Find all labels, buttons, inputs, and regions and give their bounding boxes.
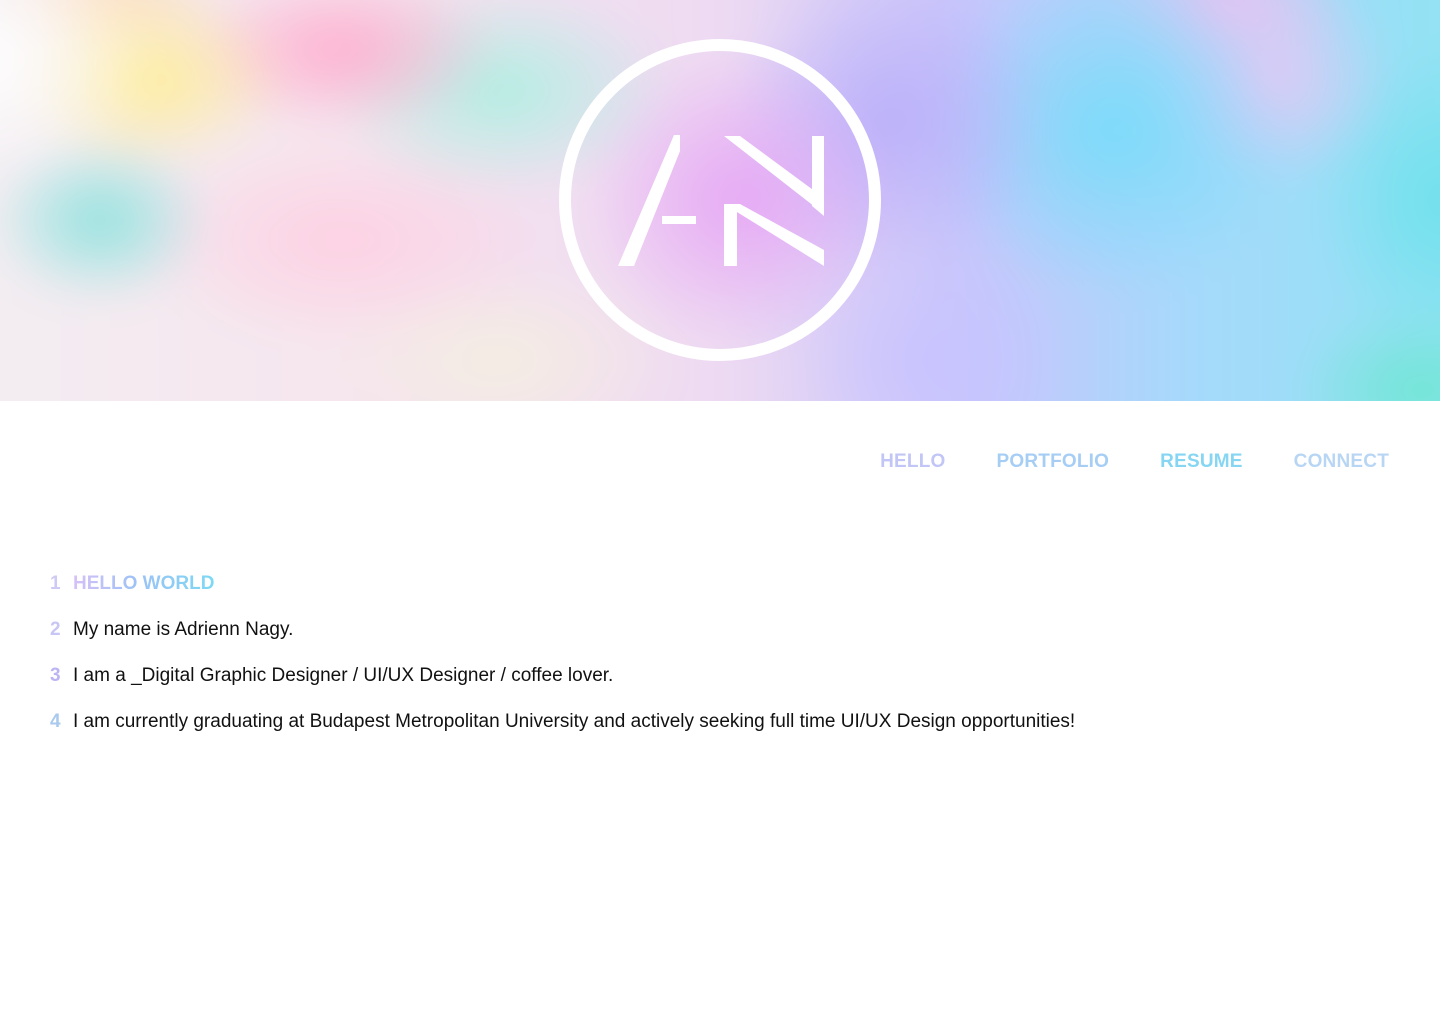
hero-banner — [0, 0, 1440, 401]
line-number: 1 — [50, 573, 61, 594]
intro-line: 2 My name is Adrienn Nagy. — [50, 619, 1075, 665]
role-statement: I am a _Digital Graphic Designer / UI/UX… — [73, 665, 614, 686]
main-navigation: HELLO PORTFOLIO RESUME CONNECT — [880, 451, 1389, 473]
status-statement: I am currently graduating at Budapest Me… — [73, 711, 1076, 732]
hello-world-heading: HELLO WORLD — [73, 573, 215, 594]
nav-link-hello[interactable]: HELLO — [880, 451, 945, 473]
line-number: 4 — [50, 711, 61, 732]
intro-line: 1 HELLO WORLD — [50, 573, 1075, 619]
line-number: 2 — [50, 619, 61, 640]
line-number: 3 — [50, 665, 61, 686]
intro-section: 1 HELLO WORLD 2 My name is Adrienn Nagy.… — [50, 573, 1075, 757]
intro-line: 4 I am currently graduating at Budapest … — [50, 711, 1075, 757]
nav-link-portfolio[interactable]: PORTFOLIO — [997, 451, 1110, 473]
intro-line: 3 I am a _Digital Graphic Designer / UI/… — [50, 665, 1075, 711]
an-monogram-circle-icon[interactable] — [558, 38, 882, 362]
nav-link-resume[interactable]: RESUME — [1160, 451, 1243, 473]
nav-link-connect[interactable]: CONNECT — [1294, 451, 1389, 473]
name-statement: My name is Adrienn Nagy. — [73, 619, 294, 640]
